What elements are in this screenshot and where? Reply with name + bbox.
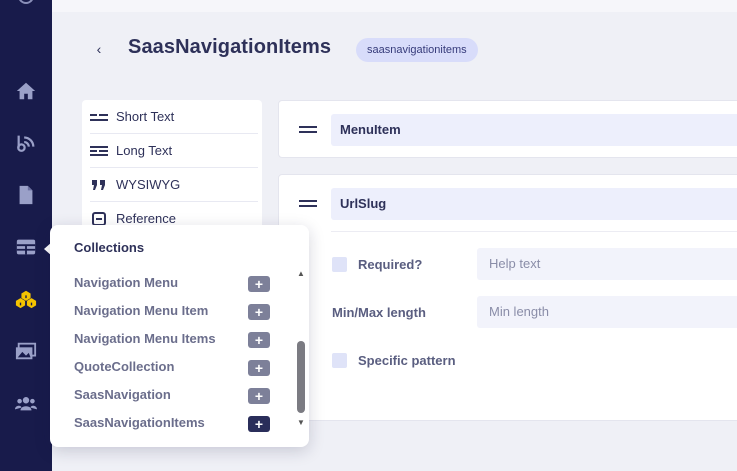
collection-item[interactable]: Navigation Menu — [74, 275, 274, 290]
reference-icon — [90, 211, 108, 226]
minmax-label: Min/Max length — [332, 305, 426, 320]
scroll-down-icon[interactable]: ▼ — [297, 418, 305, 427]
add-collection-button[interactable]: + — [248, 332, 270, 348]
collections-icon[interactable] — [14, 287, 38, 311]
logo-icon — [18, 0, 34, 4]
collection-item-active[interactable]: SaasNavigationItems — [74, 415, 274, 430]
back-button[interactable]: ‹ — [90, 40, 108, 58]
pattern-label: Specific pattern — [358, 353, 456, 368]
collection-item[interactable]: Navigation Menu Items — [74, 331, 274, 346]
required-checkbox[interactable] — [332, 257, 347, 272]
field-type-label: WYSIWYG — [116, 177, 181, 192]
top-bar — [52, 0, 737, 12]
field-type-label: Short Text — [116, 109, 175, 124]
field-type-wysiwyg[interactable]: WYSIWYG — [90, 168, 258, 202]
add-collection-button[interactable]: + — [248, 360, 270, 376]
field-name-input[interactable]: MenuItem — [331, 114, 737, 146]
collection-item[interactable]: QuoteCollection — [74, 359, 274, 374]
field-type-label: Reference — [116, 211, 176, 226]
required-label: Required? — [358, 257, 423, 272]
scroll-up-icon[interactable]: ▲ — [297, 269, 305, 278]
blog-icon[interactable] — [14, 131, 38, 155]
collection-item[interactable]: SaasNavigation — [74, 387, 274, 402]
drag-handle-icon[interactable] — [299, 197, 317, 210]
collection-item[interactable]: Navigation Menu Item — [74, 303, 274, 318]
field-name-input[interactable]: UrlSlug — [331, 188, 737, 220]
field-types-panel: Short Text Long Text WYSIWYG Reference — [82, 100, 262, 230]
home-icon[interactable] — [14, 79, 38, 103]
field-type-label: Long Text — [116, 143, 173, 158]
divider — [331, 231, 737, 232]
field-type-short-text[interactable]: Short Text — [90, 100, 258, 134]
field-card-menuitem: MenuItem — [278, 100, 737, 158]
collections-popup: Collections Navigation Menu + Navigation… — [50, 225, 309, 447]
add-collection-button[interactable]: + — [248, 276, 270, 292]
field-card-urlslug: UrlSlug Required? Help text Min/Max leng… — [278, 174, 737, 421]
table-icon[interactable] — [14, 235, 38, 259]
sidebar — [0, 0, 52, 471]
long-text-icon — [90, 145, 108, 157]
help-text-input[interactable]: Help text — [477, 248, 737, 280]
quote-icon — [90, 179, 108, 190]
drag-handle-icon[interactable] — [299, 123, 317, 136]
add-collection-button[interactable]: + — [248, 304, 270, 320]
popup-title: Collections — [74, 240, 145, 255]
short-text-icon — [90, 112, 108, 122]
users-icon[interactable] — [14, 391, 38, 415]
media-icon[interactable] — [14, 339, 38, 363]
add-collection-button[interactable]: + — [248, 388, 270, 404]
page-title: SaasNavigationItems — [128, 36, 332, 58]
slug-badge: saasnavigationitems — [356, 38, 478, 62]
document-icon[interactable] — [14, 183, 38, 207]
pattern-checkbox[interactable] — [332, 353, 347, 368]
field-type-long-text[interactable]: Long Text — [90, 134, 258, 168]
add-collection-button[interactable]: + — [248, 416, 270, 432]
scrollbar-thumb[interactable] — [297, 341, 305, 413]
min-length-input[interactable]: Min length — [477, 296, 737, 328]
